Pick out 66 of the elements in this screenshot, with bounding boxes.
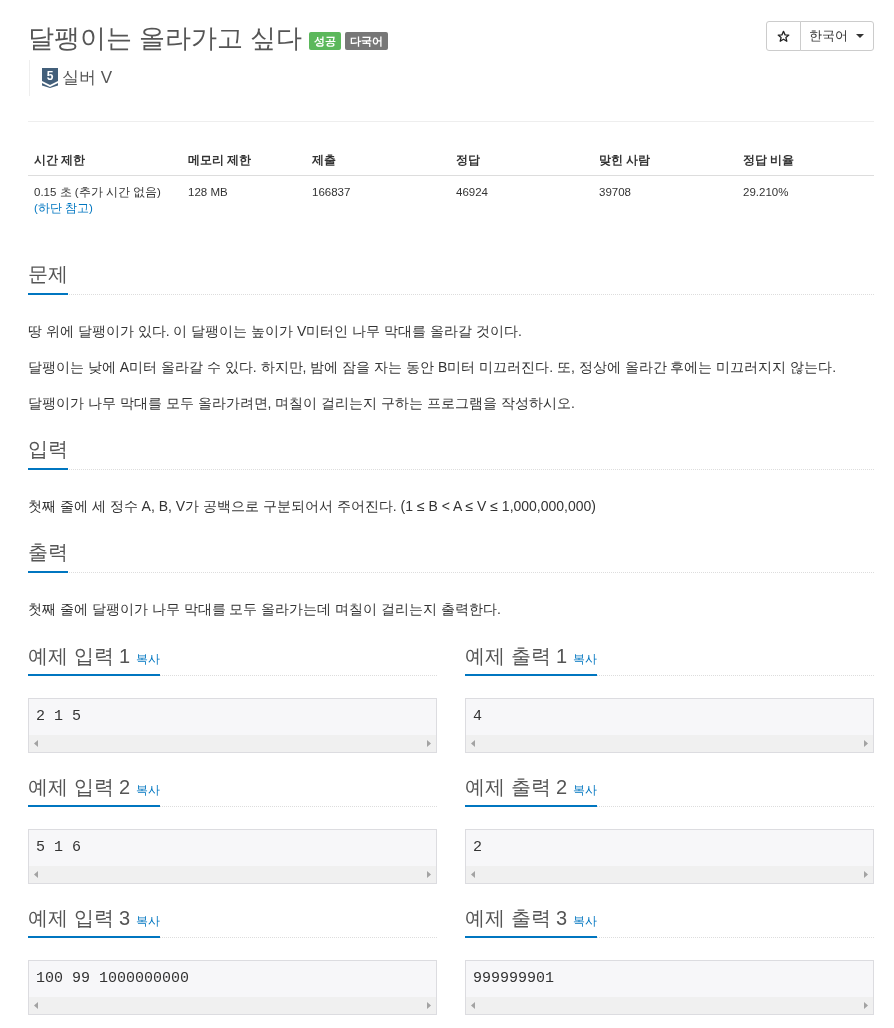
table-cell-text: 166837 (312, 185, 351, 200)
language-dropdown[interactable]: 한국어 (800, 21, 874, 51)
scroll-right-icon[interactable] (864, 871, 868, 878)
star-icon (777, 29, 790, 43)
scroll-left-icon[interactable] (34, 740, 38, 747)
scroll-right-icon[interactable] (864, 1002, 868, 1009)
example-heading: 예제 출력 1 (465, 644, 568, 669)
label-badge: 성공 (309, 32, 342, 50)
scroll-right-icon[interactable] (427, 740, 431, 747)
column-header: 제출 (312, 153, 336, 167)
horizontal-scrollbar[interactable] (29, 866, 436, 883)
paragraph: 첫째 줄에 달팽이가 나무 막대를 모두 올라가는데 며칠이 걸리는지 출력한다. (28, 600, 502, 619)
copy-link[interactable]: 복사 (573, 781, 598, 799)
paragraph: 달팽이는 낮에 A미터 올라갈 수 있다. 하지만, 밤에 잠을 자는 동안 B미터 미끄러진다. 또, 정상에 올라간 후에는 미끄러지지 않는다. (28, 358, 838, 377)
tier-label: 실버 V (62, 67, 113, 89)
scroll-left-icon[interactable] (471, 871, 475, 878)
note-link[interactable]: (하단 참고) (34, 200, 93, 216)
scroll-right-icon[interactable] (427, 871, 431, 878)
copy-link[interactable]: 복사 (136, 912, 161, 930)
example-heading: 예제 입력 2 (28, 775, 131, 800)
horizontal-scrollbar[interactable] (466, 735, 873, 752)
example-heading: 예제 입력 1 (28, 644, 131, 669)
table-cell-text: 46924 (456, 185, 488, 200)
column-header: 정답 비율 (743, 153, 795, 167)
column-header: 정답 (456, 153, 480, 167)
column-header: 시간 제한 (34, 153, 86, 167)
paragraph: 땅 위에 달팽이가 있다. 이 달팽이는 높이가 V미터인 나무 막대를 올라갈 것이다. (28, 322, 523, 341)
copy-link[interactable]: 복사 (136, 650, 161, 668)
star-button[interactable] (766, 21, 801, 51)
sample-data: 2 1 5 (35, 707, 82, 727)
column-header: 맞힌 사람 (599, 153, 651, 167)
horizontal-scrollbar[interactable] (466, 866, 873, 883)
tier-shield-icon: 5 (42, 68, 58, 88)
copy-link[interactable]: 복사 (573, 912, 598, 930)
horizontal-scrollbar[interactable] (29, 735, 436, 752)
scroll-right-icon[interactable] (864, 740, 868, 747)
scroll-left-icon[interactable] (471, 1002, 475, 1009)
horizontal-scrollbar[interactable] (466, 997, 873, 1014)
horizontal-scrollbar[interactable] (29, 997, 436, 1014)
section-heading: 입력 (28, 438, 68, 460)
scroll-left-icon[interactable] (471, 740, 475, 747)
sample-data: 5 1 6 (35, 838, 82, 858)
caret-icon (856, 34, 864, 38)
example-heading: 예제 출력 2 (465, 775, 568, 800)
column-header: 메모리 제한 (188, 153, 252, 167)
paragraph: 첫째 줄에 세 정수 A, B, V가 공백으로 구분되어서 주어진다. (1 ≤ B < A ≤ V ≤ 1,000,000,000) (28, 497, 598, 516)
section-heading: 문제 (28, 263, 68, 285)
sample-data: 100 99 1000000000 (35, 969, 191, 989)
table-cell-text: 128 MB (188, 185, 228, 200)
label-badge: 다국어 (345, 32, 389, 50)
sample-data: 2 (472, 838, 483, 858)
section-heading: 출력 (28, 541, 68, 563)
table-cell-text: 0.15 초 (추가 시간 없음) (34, 185, 161, 200)
example-heading: 예제 입력 3 (28, 906, 131, 931)
problem-title: 달팽이는 올라가고 싶다 (28, 22, 303, 55)
sample-data: 4 (472, 707, 483, 727)
scroll-left-icon[interactable] (34, 871, 38, 878)
table-cell-text: 39708 (599, 185, 631, 200)
copy-link[interactable]: 복사 (136, 781, 161, 799)
scroll-right-icon[interactable] (427, 1002, 431, 1009)
example-heading: 예제 출력 3 (465, 906, 568, 931)
table-cell-text: 29.210% (743, 185, 789, 200)
scroll-left-icon[interactable] (34, 1002, 38, 1009)
copy-link[interactable]: 복사 (573, 650, 598, 668)
paragraph: 달팽이가 나무 막대를 모두 올라가려면, 며칠이 걸리는지 구하는 프로그램을 작성하시오. (28, 394, 576, 413)
sample-data: 999999901 (472, 969, 555, 989)
